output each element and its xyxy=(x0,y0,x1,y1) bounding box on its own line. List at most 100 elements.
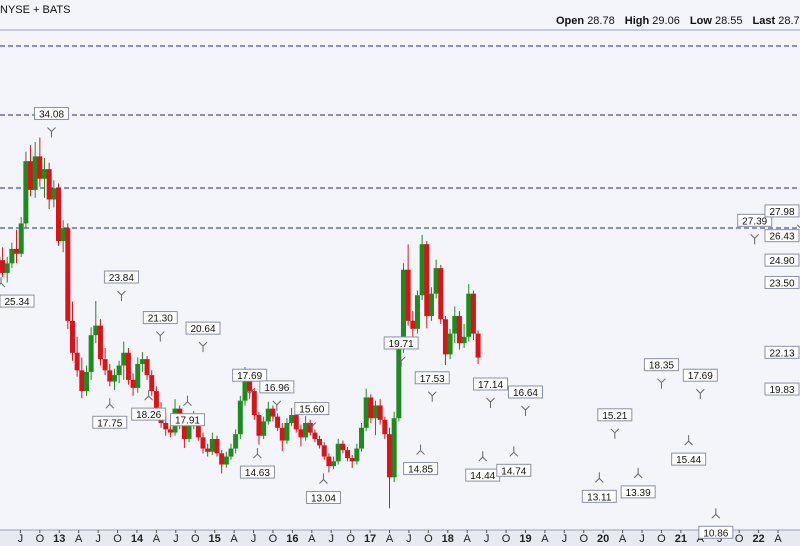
candle-body xyxy=(37,156,43,179)
annotation-label: 14.44 xyxy=(470,471,495,482)
x-tick-label: 16 xyxy=(286,533,298,545)
candle-body xyxy=(209,438,215,452)
candle-body xyxy=(93,325,99,336)
candle-body xyxy=(14,248,20,254)
x-tick-label: O xyxy=(424,533,433,545)
candle-body xyxy=(312,432,318,439)
annotation-label: 20.64 xyxy=(191,324,216,335)
candle-body xyxy=(219,453,225,465)
annotation-label: 21.30 xyxy=(148,314,173,325)
x-tick-label: A xyxy=(541,533,549,545)
x-tick-label: J xyxy=(18,533,24,545)
price-chart[interactable]: J O 13 A J O 14 A J O 15 A J O 16 A J O 17 A J O 18 A J O 19 A J O 20 A… xyxy=(0,0,800,546)
x-tick-label: O xyxy=(579,533,588,545)
x-tick-label: A xyxy=(153,533,161,545)
candle-body xyxy=(135,363,141,388)
candle-body xyxy=(466,293,472,337)
candle-body xyxy=(377,405,383,420)
candle-body xyxy=(144,359,150,376)
x-tick-label: J xyxy=(406,533,412,545)
candle-body xyxy=(303,423,309,438)
candle-body xyxy=(111,375,117,382)
candle-body xyxy=(107,370,113,382)
annotation-label: 24.90 xyxy=(769,256,794,267)
candle-body xyxy=(447,333,453,355)
candle-body xyxy=(279,427,285,441)
candle-body xyxy=(9,248,15,264)
candle-body xyxy=(391,418,397,478)
annotation-label: 25.34 xyxy=(4,297,29,308)
candle-body xyxy=(181,424,187,439)
candle-body xyxy=(79,370,85,392)
candle-body xyxy=(261,421,267,436)
candle-body xyxy=(223,456,229,465)
annotation-label: 13.39 xyxy=(626,488,651,499)
x-tick-label: J xyxy=(328,533,334,545)
candle-body xyxy=(102,359,108,371)
candle-body xyxy=(456,316,462,344)
x-tick-label: A xyxy=(308,533,316,545)
annotation-label: 14.85 xyxy=(408,465,433,476)
annotation-label: 18.35 xyxy=(649,361,674,372)
annotation-label: 17.75 xyxy=(97,418,122,429)
annotation-label: 27.98 xyxy=(769,207,794,218)
candle-body xyxy=(387,434,392,478)
annotation-label: 26.43 xyxy=(769,232,794,243)
candle-body xyxy=(83,371,89,392)
annotation-label: 22.13 xyxy=(769,348,794,359)
candle-body xyxy=(452,316,458,334)
candle-body xyxy=(265,408,271,422)
annotation-label: 18.26 xyxy=(136,410,161,421)
candle-body xyxy=(414,295,420,329)
candle-body xyxy=(60,228,66,241)
candle-body xyxy=(167,429,173,433)
candle-body xyxy=(200,437,206,449)
candle-body xyxy=(130,379,136,388)
candle-body xyxy=(359,427,365,449)
x-tick-label: J xyxy=(639,533,645,545)
x-tick-label: O xyxy=(502,533,511,545)
candle-body xyxy=(237,400,243,435)
candle-body xyxy=(298,429,304,438)
annotation-label: 23.50 xyxy=(769,278,794,289)
candle-body xyxy=(363,397,369,428)
candle-body xyxy=(419,244,425,296)
candle-body xyxy=(55,188,61,241)
candle-body xyxy=(368,397,374,419)
candle-body xyxy=(88,335,94,372)
candle-body xyxy=(214,438,220,454)
annotation-label: 16.64 xyxy=(513,388,538,399)
x-tick-label: J xyxy=(95,533,101,545)
candle-body xyxy=(233,434,239,449)
candle-body xyxy=(340,443,346,451)
x-tick-label: 17 xyxy=(364,533,376,545)
candle-body xyxy=(289,415,295,424)
candle-body xyxy=(256,415,262,436)
candle-body xyxy=(163,423,169,430)
candle-body xyxy=(139,359,145,364)
x-tick-label: O xyxy=(346,533,355,545)
x-tick-label: J xyxy=(562,533,568,545)
x-tick-label: A xyxy=(774,533,782,545)
candle-body xyxy=(69,320,75,353)
candle-body xyxy=(116,365,122,376)
annotation-label: 27.39 xyxy=(742,216,767,227)
x-tick-label: A xyxy=(619,533,627,545)
annotation-label: 17.69 xyxy=(237,371,262,382)
candle-body xyxy=(461,336,467,344)
candle-body xyxy=(428,293,434,317)
candle-body xyxy=(270,408,276,417)
candle-body xyxy=(0,260,6,273)
annotation-label: 13.11 xyxy=(587,492,612,503)
candle-body xyxy=(97,325,103,360)
annotation-label: 16.96 xyxy=(264,383,289,394)
candle-body xyxy=(382,419,388,435)
candle-body xyxy=(121,352,127,366)
candle-body xyxy=(18,223,24,254)
annotation-label: 23.84 xyxy=(109,273,134,284)
candle-body xyxy=(400,269,406,348)
x-tick-label: J xyxy=(173,533,179,545)
x-tick-label: A xyxy=(75,533,83,545)
candle-body xyxy=(32,156,38,190)
candle-body xyxy=(46,169,52,200)
